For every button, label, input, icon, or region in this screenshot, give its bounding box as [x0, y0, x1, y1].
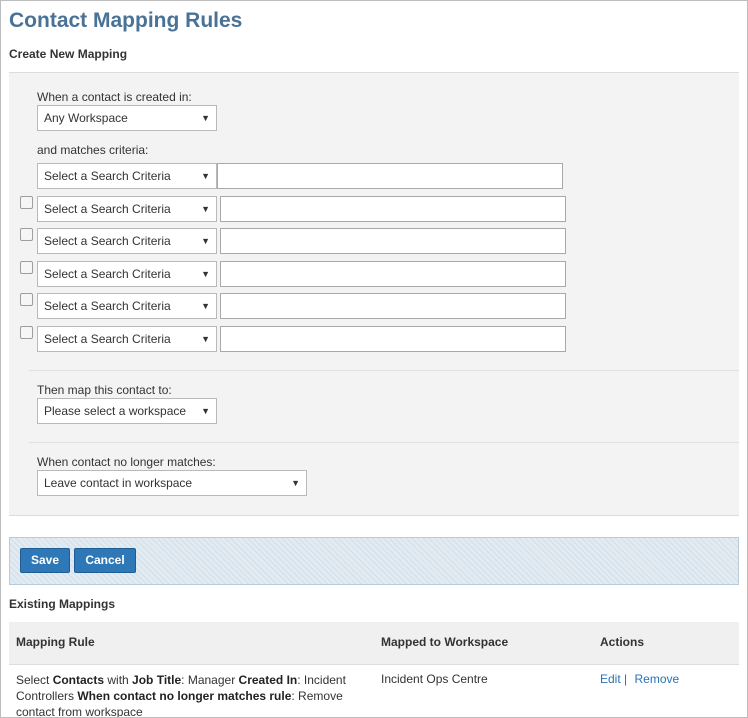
existing-mappings-heading: Existing Mappings — [9, 597, 116, 611]
dropdown-arrow-icon: ▼ — [201, 301, 210, 311]
no-longer-matches-label: When contact no longer matches: — [37, 455, 216, 469]
dropdown-arrow-icon: ▼ — [201, 204, 210, 214]
contact-mapping-page: Contact Mapping Rules Create New Mapping… — [0, 0, 748, 718]
existing-mappings-table: Mapping Rule Mapped to Workspace Actions… — [9, 622, 739, 717]
dropdown-arrow-icon: ▼ — [201, 334, 210, 344]
cancel-button[interactable]: Cancel — [74, 548, 136, 573]
created-in-label: When a contact is created in: — [37, 90, 192, 104]
criteria-label: and matches criteria: — [37, 143, 149, 157]
no-longer-matches-value: Leave contact in workspace — [44, 476, 193, 490]
no-longer-matches-select[interactable]: Leave contact in workspace ▼ — [37, 470, 307, 496]
map-to-workspace-select[interactable]: Please select a workspace ▼ — [37, 398, 217, 424]
criteria-select-1[interactable]: Select a Search Criteria ▼ — [37, 163, 217, 189]
rule-keyword: Contacts — [52, 673, 105, 687]
rule-keyword: Job Title — [132, 673, 182, 687]
criteria-select-2[interactable]: Select a Search Criteria ▼ — [37, 196, 217, 222]
criteria-checkbox-4[interactable] — [20, 261, 33, 274]
criteria-value-input-3[interactable] — [220, 228, 566, 254]
criteria-value-input-1[interactable] — [217, 163, 563, 189]
map-to-value: Please select a workspace — [44, 404, 187, 418]
column-header-mapping-rule: Mapping Rule — [16, 635, 95, 649]
rule-fragment: : Manager — [181, 673, 239, 687]
criteria-checkbox-5[interactable] — [20, 293, 33, 306]
mapping-rule-text: Select Contacts with Job Title: Manager … — [16, 672, 366, 717]
column-header-actions: Actions — [600, 635, 645, 649]
criteria-select-value: Select a Search Criteria — [44, 332, 171, 346]
action-separator: | — [624, 672, 628, 686]
dropdown-arrow-icon: ▼ — [201, 236, 210, 246]
created-in-value: Any Workspace — [44, 111, 128, 125]
rule-keyword: When contact no longer matches rule — [77, 689, 292, 703]
criteria-select-3[interactable]: Select a Search Criteria ▼ — [37, 228, 217, 254]
actions-cell: Edit | Remove — [600, 672, 679, 686]
rule-keyword: Created In — [238, 673, 298, 687]
criteria-select-value: Select a Search Criteria — [44, 169, 171, 183]
table-header: Mapping Rule Mapped to Workspace Actions — [9, 622, 739, 665]
rule-fragment: with — [104, 673, 133, 687]
column-header-mapped-workspace: Mapped to Workspace — [381, 635, 509, 649]
divider — [29, 370, 739, 371]
map-to-label: Then map this contact to: — [37, 383, 172, 397]
rule-fragment: Select — [16, 673, 53, 687]
dropdown-arrow-icon: ▼ — [201, 171, 210, 181]
mapped-workspace-cell: Incident Ops Centre — [381, 672, 488, 686]
criteria-select-5[interactable]: Select a Search Criteria ▼ — [37, 293, 217, 319]
criteria-select-4[interactable]: Select a Search Criteria ▼ — [37, 261, 217, 287]
dropdown-arrow-icon: ▼ — [291, 478, 300, 488]
criteria-select-value: Select a Search Criteria — [44, 267, 171, 281]
save-button[interactable]: Save — [20, 548, 70, 573]
dropdown-arrow-icon: ▼ — [201, 113, 210, 123]
criteria-value-input-5[interactable] — [220, 293, 566, 319]
criteria-select-value: Select a Search Criteria — [44, 299, 171, 313]
criteria-select-value: Select a Search Criteria — [44, 202, 171, 216]
criteria-value-input-6[interactable] — [220, 326, 566, 352]
create-mapping-heading: Create New Mapping — [9, 47, 128, 61]
criteria-checkbox-3[interactable] — [20, 228, 33, 241]
criteria-checkbox-2[interactable] — [20, 196, 33, 209]
criteria-value-input-2[interactable] — [220, 196, 566, 222]
table-row: Select Contacts with Job Title: Manager … — [9, 666, 739, 717]
dropdown-arrow-icon: ▼ — [201, 406, 210, 416]
form-button-bar: Save Cancel — [9, 537, 739, 585]
remove-link[interactable]: Remove — [635, 672, 680, 686]
create-mapping-form: When a contact is created in: Any Worksp… — [9, 72, 739, 516]
edit-link[interactable]: Edit — [600, 672, 621, 686]
page-title: Contact Mapping Rules — [9, 9, 243, 32]
criteria-value-input-4[interactable] — [220, 261, 566, 287]
criteria-checkbox-6[interactable] — [20, 326, 33, 339]
criteria-select-6[interactable]: Select a Search Criteria ▼ — [37, 326, 217, 352]
created-in-select[interactable]: Any Workspace ▼ — [37, 105, 217, 131]
criteria-select-value: Select a Search Criteria — [44, 234, 171, 248]
divider — [29, 442, 739, 443]
dropdown-arrow-icon: ▼ — [201, 269, 210, 279]
